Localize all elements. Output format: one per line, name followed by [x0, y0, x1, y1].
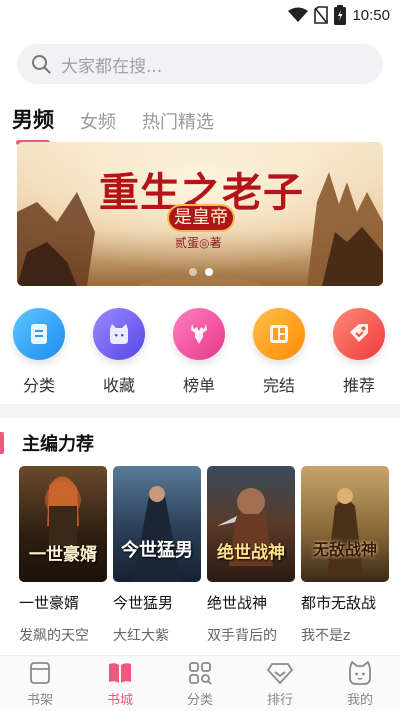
cover-title: 无敌战神: [312, 540, 377, 559]
search-icon: [32, 55, 51, 74]
nav-category[interactable]: 分类: [160, 660, 240, 708]
bookshelf-icon: [0, 660, 80, 686]
deer-icon: [173, 308, 225, 360]
book-title: 绝世战神: [207, 594, 268, 612]
book-cover: 无敌战神: [301, 466, 389, 582]
nav-label: 我的: [346, 693, 373, 708]
open-book-icon: [80, 660, 160, 686]
pagination-dot[interactable]: [189, 268, 197, 276]
wifi-icon: [288, 7, 309, 22]
diamond-icon: [240, 660, 320, 686]
search-bar[interactable]: 大家都在搜...: [17, 44, 383, 84]
nav-bookshelf[interactable]: 书架: [0, 660, 80, 708]
banner-pagination: [189, 268, 213, 276]
banner-author: 贰蛋◎著: [175, 236, 222, 250]
nav-profile[interactable]: 我的: [320, 660, 400, 708]
book-author: 发飙的天空: [19, 628, 89, 644]
section-header: 主编力荐: [0, 430, 94, 456]
profile-cat-icon: [320, 660, 400, 686]
shortcut-label: 完结: [262, 376, 295, 395]
book-grid-icon: [253, 308, 305, 360]
shortcut-completed[interactable]: 完结: [247, 308, 311, 396]
search-placeholder: 大家都在搜...: [61, 56, 163, 77]
book-title: 一世豪婿: [19, 594, 80, 612]
document-icon: [13, 308, 65, 360]
bottom-navigation: 书架 书城 分类 排行 我的: [0, 655, 400, 711]
nav-bookstore[interactable]: 书城: [80, 660, 160, 708]
shortcut-label: 榜单: [182, 376, 215, 395]
book-author: 大红大紫: [113, 628, 169, 644]
shortcut-label: 收藏: [102, 376, 135, 395]
nav-ranking[interactable]: 排行: [240, 660, 320, 708]
clock: 10:50: [352, 6, 390, 24]
tab-label: 热门精选: [142, 112, 214, 133]
shortcut-category[interactable]: 分类: [7, 308, 71, 396]
book-card[interactable]: 今世猛男 今世猛男 大红大紫: [113, 466, 201, 645]
cat-face-icon: [93, 308, 145, 360]
tab-hot-picks[interactable]: 热门精选: [142, 108, 214, 134]
book-author: 我不是z: [301, 628, 351, 644]
nav-label: 书架: [26, 693, 53, 708]
section-accent-bar: [0, 432, 4, 454]
cover-title: 绝世战神: [217, 543, 285, 563]
cover-title: 今世猛男: [121, 540, 193, 561]
category-grid-icon: [160, 660, 240, 686]
tab-label: 女频: [80, 112, 116, 133]
banner-badge: 是皇帝: [167, 204, 235, 232]
book-card[interactable]: 无敌战神 都市无敌战 我不是z: [301, 466, 389, 645]
no-sim-icon: [314, 6, 329, 24]
shortcut-favorites[interactable]: 收藏: [87, 308, 151, 396]
tab-male[interactable]: 男频: [12, 104, 54, 145]
status-bar: 10:50: [0, 0, 400, 30]
book-cover: 绝世战神: [207, 466, 295, 582]
tab-label: 男频: [12, 108, 54, 132]
shortcut-label: 推荐: [342, 376, 375, 395]
book-title: 都市无敌战: [301, 594, 377, 612]
shortcut-label: 分类: [22, 376, 55, 395]
channel-tabs: 男频 女频 热门精选: [12, 100, 240, 145]
nav-label: 书城: [106, 693, 133, 708]
section-title: 主编力荐: [22, 434, 94, 455]
book-cover: 今世猛男: [113, 466, 201, 582]
book-cover: 一世豪婿: [19, 466, 107, 582]
cover-title: 一世豪婿: [29, 545, 97, 565]
section-divider: [0, 404, 400, 418]
shortcut-rankings[interactable]: 榜单: [167, 308, 231, 396]
pagination-dot-active[interactable]: [205, 268, 213, 276]
nav-label: 排行: [266, 693, 293, 708]
nav-label: 分类: [186, 693, 213, 708]
promo-banner[interactable]: 重生之老子 是皇帝 贰蛋◎著: [17, 142, 383, 286]
tag-icon: [333, 308, 385, 360]
status-icons: 10:50: [288, 5, 390, 25]
category-shortcuts: 分类 收藏 榜单 完结 推荐: [0, 308, 400, 398]
book-title: 今世猛男: [113, 594, 174, 612]
battery-icon: [334, 5, 347, 25]
shortcut-recommend[interactable]: 推荐: [327, 308, 391, 396]
book-card[interactable]: 一世豪婿 一世豪婿 发飙的天空: [19, 466, 107, 645]
book-author: 双手背后的: [207, 628, 277, 644]
tab-female[interactable]: 女频: [80, 108, 116, 134]
book-card[interactable]: 绝世战神 绝世战神 双手背后的: [207, 466, 295, 645]
